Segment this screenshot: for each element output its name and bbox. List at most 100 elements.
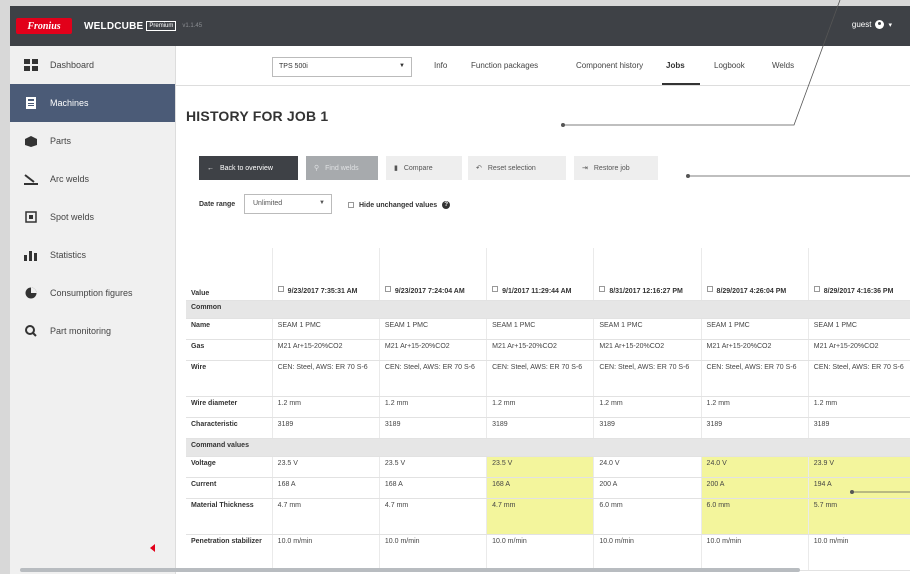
sidebar-item-label: Dashboard [50, 60, 95, 70]
row-label: Material Thickness [186, 498, 273, 535]
table-cell: M21 Ar+15-20%CO2 [808, 339, 910, 361]
chevron-down-icon: ▾ [888, 21, 892, 29]
tab-logbook[interactable]: Logbook [714, 61, 745, 70]
tab-function-packages[interactable]: Function packages [471, 61, 538, 70]
table-row: Name SEAM 1 PMC SEAM 1 PMC SEAM 1 PMC SEAM 1… [186, 318, 910, 340]
table-cell: 1.2 mm [808, 396, 910, 418]
table-cell: SEAM 1 PMC [486, 318, 595, 340]
table-cell: SEAM 1 PMC [701, 318, 809, 340]
reset-selection-button[interactable]: ↶ Reset selection [468, 156, 566, 180]
arrow-left-icon: ← [207, 164, 214, 172]
table-body: Common Name SEAM 1 PMC SEAM 1 PMC SEAM 1 PMC… [186, 300, 910, 571]
table-cell: 10.0 m/min [272, 534, 380, 571]
date-range-value: Unlimited [253, 200, 283, 207]
job-history-table: Value 9/23/2017 7:35:31 AM 9/23/2017 7:2… [186, 248, 910, 571]
column-select-checkbox[interactable] [706, 285, 713, 292]
reset-selection-label: Reset selection [487, 164, 536, 172]
find-welds-button[interactable]: ⚲ Find welds [306, 156, 378, 180]
sidebar-item-label: Arc welds [50, 174, 90, 184]
table-cell: 23.5 V [379, 456, 488, 478]
sidebar-item-consumption-figures[interactable]: Consumption figures [10, 274, 175, 312]
hide-unchanged-toggle[interactable]: Hide unchanged values ? [348, 201, 451, 209]
table-row: Voltage 23.5 V 23.5 V 23.5 V 24.0 V 24.0 V 23.… [186, 456, 910, 478]
table-cell: 4.7 mm [379, 498, 488, 535]
table-cell: CEN: Steel, AWS: ER 70 S-6 [808, 360, 910, 397]
restore-job-button[interactable]: ⇥ Restore job [574, 156, 658, 180]
table-cell: 200 A [593, 477, 702, 499]
table-cell: 3189 [379, 417, 488, 439]
table-cell: SEAM 1 PMC [272, 318, 380, 340]
table-cell: 4.7 mm [272, 498, 380, 535]
version-label: v1.1.45 [182, 23, 203, 29]
hide-unchanged-checkbox[interactable] [348, 202, 354, 208]
table-cell: 3189 [272, 417, 380, 439]
table-cell: M21 Ar+15-20%CO2 [379, 339, 488, 361]
tab-welds[interactable]: Welds [772, 61, 794, 70]
table-cell: 1.2 mm [272, 396, 380, 418]
table-cell: SEAM 1 PMC [379, 318, 488, 340]
column-header[interactable]: 8/29/2017 4:16:36 PM [808, 248, 910, 301]
table-cell: 10.0 m/min [701, 534, 809, 571]
column-header[interactable]: 9/23/2017 7:35:31 AM [272, 248, 380, 301]
sidebar-item-arc-welds[interactable]: Arc welds [10, 160, 175, 198]
back-to-overview-button[interactable]: ← Back to overview [199, 156, 298, 180]
compare-button[interactable]: ▮ Compare [386, 156, 462, 180]
sidebar-item-machines[interactable]: Machines [10, 84, 175, 122]
user-name: guest [851, 20, 872, 29]
table-cell: 10.0 m/min [808, 534, 910, 571]
sidebar-item-dashboard[interactable]: Dashboard [10, 46, 175, 84]
chevron-down-icon: ▼ [399, 63, 405, 69]
find-welds-label: Find welds [325, 164, 359, 172]
sidebar-item-statistics[interactable]: Statistics [10, 236, 175, 274]
table-cell: CEN: Steel, AWS: ER 70 S-6 [593, 360, 702, 397]
machine-select[interactable]: TPS 500i ▼ [272, 57, 412, 77]
table-cell: 24.0 V [701, 456, 809, 478]
column-header[interactable]: 8/31/2017 12:16:27 PM [593, 248, 702, 301]
help-icon[interactable]: ? [442, 201, 451, 209]
table-cell: 23.5 V [272, 456, 380, 478]
user-icon [875, 20, 885, 29]
arc-weld-icon [24, 173, 38, 185]
spot-weld-icon [24, 211, 38, 223]
tab-component-history[interactable]: Component history [576, 61, 643, 70]
table-row: Wire CEN: Steel, AWS: ER 70 S-6 CEN: Steel… [186, 360, 910, 397]
table-cell: 1.2 mm [486, 396, 595, 418]
search-icon: ⚲ [314, 165, 320, 172]
table-cell: 6.0 mm [701, 498, 809, 535]
row-label: Name [186, 318, 273, 340]
date-range-select[interactable]: Unlimited ▼ [244, 194, 332, 214]
column-select-checkbox[interactable] [384, 285, 391, 292]
column-header-label: 8/29/2017 4:16:36 PM [823, 287, 894, 295]
sidebar-item-spot-welds[interactable]: Spot welds [10, 198, 175, 236]
table-row: Characteristic 3189 3189 3189 3189 3189 3189 [186, 417, 910, 439]
sidebar-item-parts[interactable]: Parts [10, 122, 175, 160]
column-select-checkbox[interactable] [599, 285, 606, 292]
column-select-checkbox[interactable] [277, 285, 284, 292]
table-cell: 24.0 V [593, 456, 702, 478]
column-select-checkbox[interactable] [492, 285, 499, 292]
column-header[interactable]: 9/23/2017 7:24:04 AM [379, 248, 488, 301]
machine-icon [24, 97, 38, 109]
table-cell: M21 Ar+15-20%CO2 [593, 339, 702, 361]
restore-icon: ⇥ [582, 165, 588, 172]
table-cell: 168 A [272, 477, 380, 499]
table-cell: SEAM 1 PMC [808, 318, 910, 340]
column-select-checkbox[interactable] [813, 285, 820, 292]
column-header[interactable]: 8/29/2017 4:26:04 PM [701, 248, 809, 301]
table-cell: 6.0 mm [593, 498, 702, 535]
table-row: Material Thickness 4.7 mm 4.7 mm 4.7 mm 6.0 … [186, 498, 910, 535]
horizontal-scrollbar[interactable] [20, 568, 800, 572]
page-title: HISTORY FOR JOB 1 [186, 108, 329, 124]
table-row: Wire diameter 1.2 mm 1.2 mm 1.2 mm 1.2 mm 1.2… [186, 396, 910, 418]
sidebar-item-part-monitoring[interactable]: Part monitoring [10, 312, 175, 350]
table-cell: 1.2 mm [701, 396, 809, 418]
brand-logo[interactable]: Fronius [16, 18, 72, 34]
tab-info[interactable]: Info [434, 61, 447, 70]
tab-jobs[interactable]: Jobs [666, 61, 685, 70]
hide-unchanged-label: Hide unchanged values [359, 201, 438, 209]
user-menu[interactable]: guest ▾ [852, 20, 892, 29]
column-header[interactable]: 9/1/2017 11:29:44 AM [486, 248, 595, 301]
collapse-sidebar-icon[interactable] [150, 544, 155, 552]
section-title: Common [186, 300, 910, 319]
machine-select-value: TPS 500i [279, 63, 308, 70]
